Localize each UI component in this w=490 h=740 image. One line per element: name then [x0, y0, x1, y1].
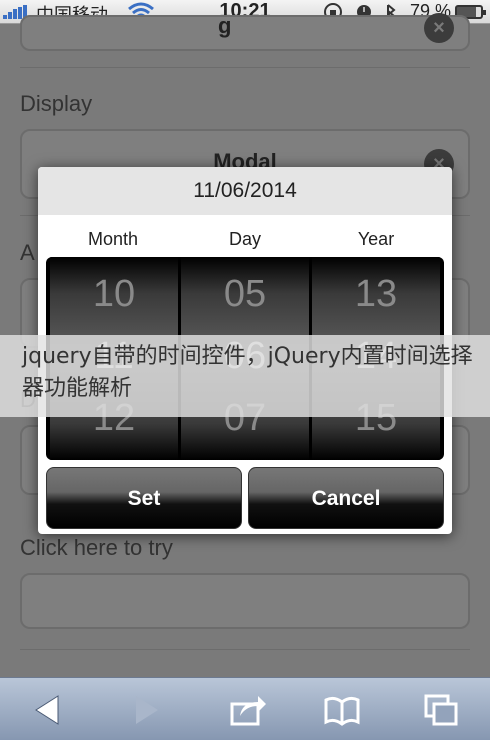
display-label: Display: [20, 91, 93, 116]
top-field[interactable]: g ×: [20, 13, 470, 51]
browser-toolbar: [0, 677, 490, 740]
caption-overlay: jquery自带的时间控件，jQuery内置时间选择器功能解析: [0, 335, 490, 417]
click-label: Click here to try: [20, 535, 173, 560]
day-option[interactable]: 05: [181, 273, 309, 316]
divider: [20, 649, 470, 650]
caption-text: jquery自带的时间控件，jQuery内置时间选择器功能解析: [22, 344, 473, 401]
share-icon[interactable]: [228, 692, 268, 728]
divider: [20, 67, 470, 68]
cancel-button[interactable]: Cancel: [248, 467, 444, 529]
forward-icon[interactable]: [126, 692, 166, 728]
year-option[interactable]: 13: [312, 273, 440, 316]
month-option[interactable]: 10: [50, 273, 178, 316]
back-icon[interactable]: [28, 692, 68, 728]
year-column-label: Year: [357, 229, 395, 249]
datepicker-header: 11/06/2014: [38, 167, 452, 215]
clear-icon[interactable]: ×: [424, 13, 454, 43]
month-column-label: Month: [87, 229, 139, 249]
set-button[interactable]: Set: [46, 467, 242, 529]
day-column-label: Day: [228, 229, 261, 249]
field-label-a: A: [20, 240, 35, 265]
bookmarks-icon[interactable]: [322, 692, 362, 728]
tabs-icon[interactable]: [422, 692, 462, 728]
top-field-value: g: [218, 13, 232, 38]
try-field[interactable]: [20, 573, 470, 629]
